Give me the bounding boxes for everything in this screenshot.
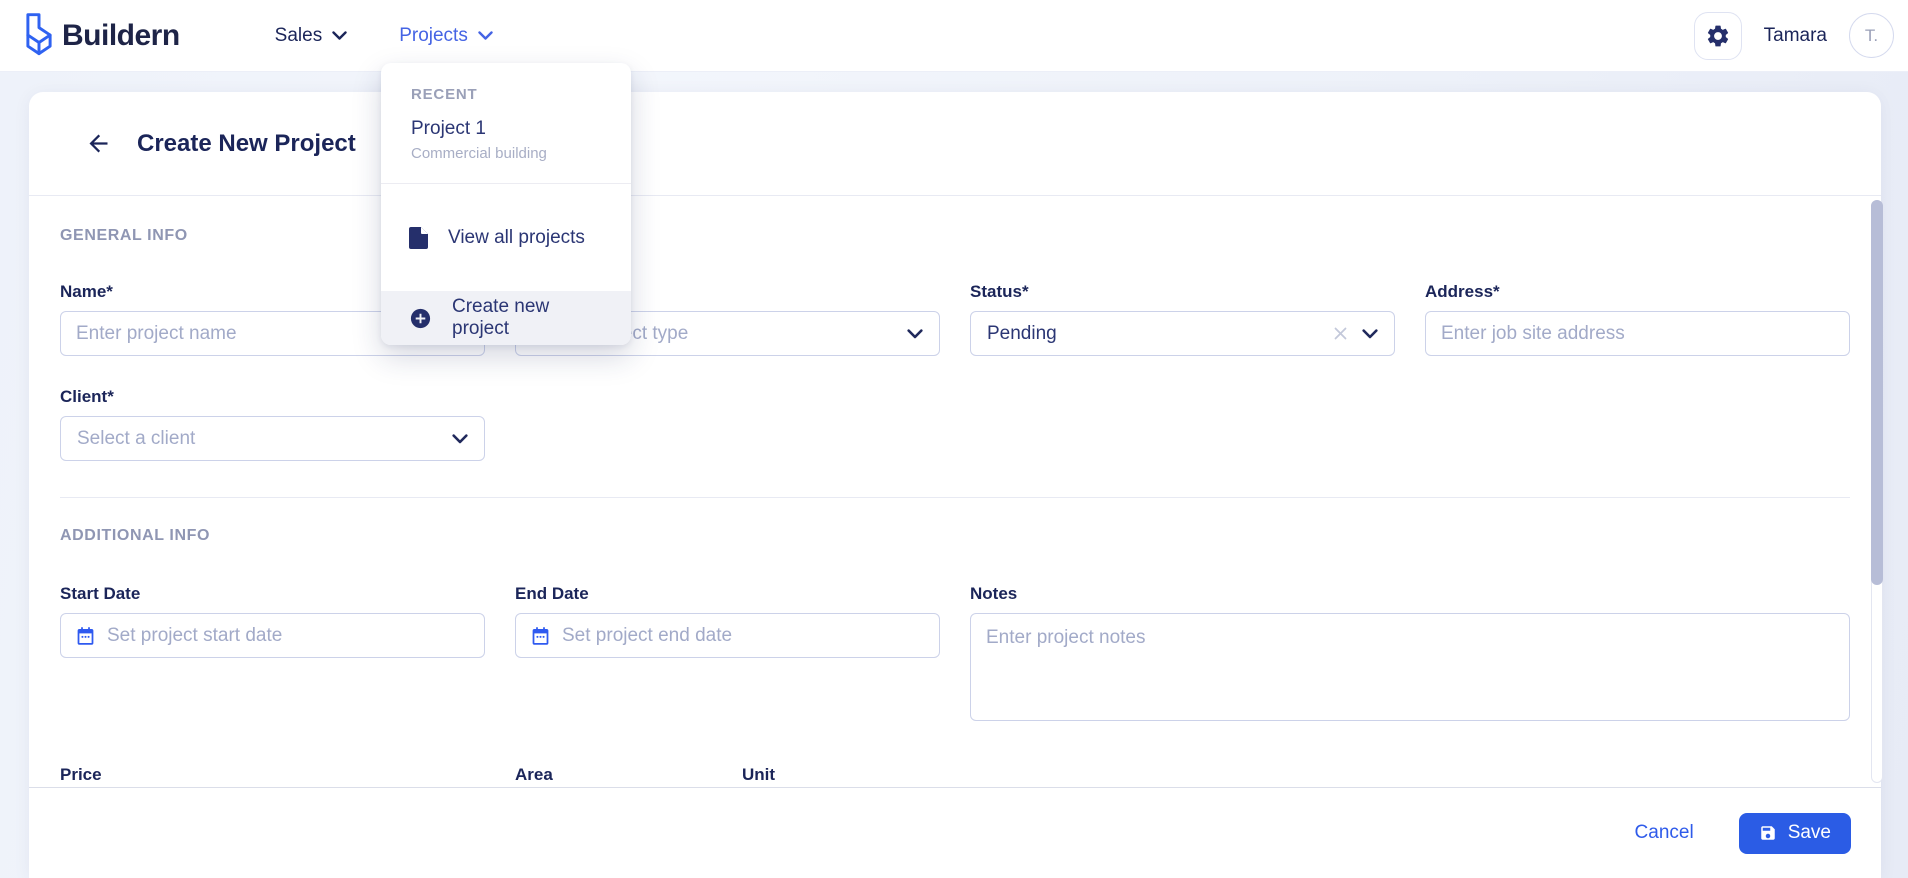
clear-status-icon[interactable] [1333, 326, 1348, 341]
create-new-project-label: Create new project [452, 296, 550, 339]
general-info-title: GENERAL INFO [60, 227, 188, 244]
chevron-down-icon [452, 433, 468, 444]
page-title: Create New Project [137, 129, 356, 157]
create-new-project-item[interactable]: Create new project [381, 291, 631, 345]
nav-item-sales[interactable]: Sales [275, 25, 348, 47]
scrollbar-thumb[interactable] [1871, 200, 1883, 585]
client-label: Client* [60, 387, 114, 406]
client-placeholder: Select a client [77, 427, 196, 449]
area-label: Area [515, 765, 553, 784]
top-right-cluster: Tamara T. [1693, 11, 1894, 60]
general-info-section: GENERAL INFO Name* Select project type [60, 196, 1850, 498]
plus-circle-icon [409, 307, 432, 330]
chevron-down-icon [478, 30, 493, 41]
status-select[interactable]: Pending [970, 311, 1395, 356]
view-all-projects-label: View all projects [448, 226, 585, 248]
chevron-down-icon [1362, 328, 1378, 339]
user-name: Tamara [1763, 24, 1827, 46]
projects-dropdown-menu: RECENT Project 1 Commercial building Vie… [381, 63, 631, 345]
field-status: Status* Pending [970, 281, 1395, 356]
calendar-icon [530, 625, 551, 646]
end-date-input[interactable] [515, 613, 940, 658]
save-button[interactable]: Save [1738, 812, 1851, 854]
end-date-label: End Date [515, 584, 589, 603]
nav-projects-label: Projects [399, 24, 468, 46]
address-input[interactable] [1425, 311, 1850, 356]
save-button-label: Save [1787, 822, 1831, 843]
top-navigation-bar: Buildern Sales Projects Tamara T. [0, 0, 1908, 72]
field-notes: Notes [970, 583, 1850, 726]
price-label: Price [60, 765, 102, 784]
nav-sales-label: Sales [274, 24, 323, 46]
form-footer: Cancel Save [29, 787, 1881, 878]
back-button[interactable] [84, 130, 112, 158]
status-label: Status* [970, 282, 1029, 301]
chevron-down-icon [907, 328, 923, 339]
main-nav: Sales Projects [275, 25, 493, 47]
client-select[interactable]: Select a client [60, 416, 485, 461]
avatar-initial: T. [1864, 25, 1879, 45]
start-date-input[interactable] [60, 613, 485, 658]
user-avatar[interactable]: T. [1849, 13, 1894, 58]
cancel-button[interactable]: Cancel [1635, 822, 1694, 844]
document-icon [409, 226, 428, 249]
buildern-logo[interactable]: Buildern [20, 11, 180, 61]
unit-label: Unit [742, 765, 776, 784]
recent-project-name: Project 1 [411, 118, 486, 139]
save-floppy-icon [1759, 824, 1777, 842]
recent-project-subtitle: Commercial building [411, 145, 547, 162]
gear-icon [1705, 23, 1731, 49]
card-header: Create New Project [29, 92, 1881, 196]
create-project-card: Create New Project GENERAL INFO Name* Se… [29, 92, 1881, 878]
buildern-logo-icon [20, 11, 58, 61]
address-label: Address* [1425, 282, 1500, 301]
notes-textarea[interactable] [970, 613, 1850, 721]
start-date-label: Start Date [60, 584, 141, 603]
logo-wordmark: Buildern [62, 18, 180, 52]
additional-info-title: ADDITIONAL INFO [60, 527, 211, 544]
settings-button[interactable] [1693, 11, 1742, 60]
recent-project-item[interactable]: Project 1 Commercial building [381, 103, 631, 183]
chevron-down-icon [332, 30, 347, 41]
status-value: Pending [987, 322, 1057, 344]
field-start-date: Start Date [60, 583, 485, 726]
field-client: Client* Select a client [60, 386, 485, 461]
calendar-icon [75, 625, 96, 646]
recent-section-header: RECENT [411, 86, 478, 103]
arrow-left-icon [85, 130, 112, 157]
field-end-date: End Date [515, 583, 940, 726]
field-address: Address* [1425, 281, 1850, 356]
view-all-projects-item[interactable]: View all projects [381, 184, 631, 291]
notes-label: Notes [970, 584, 1018, 603]
nav-item-projects[interactable]: Projects [399, 25, 493, 47]
project-form: GENERAL INFO Name* Select project type [29, 196, 1881, 839]
